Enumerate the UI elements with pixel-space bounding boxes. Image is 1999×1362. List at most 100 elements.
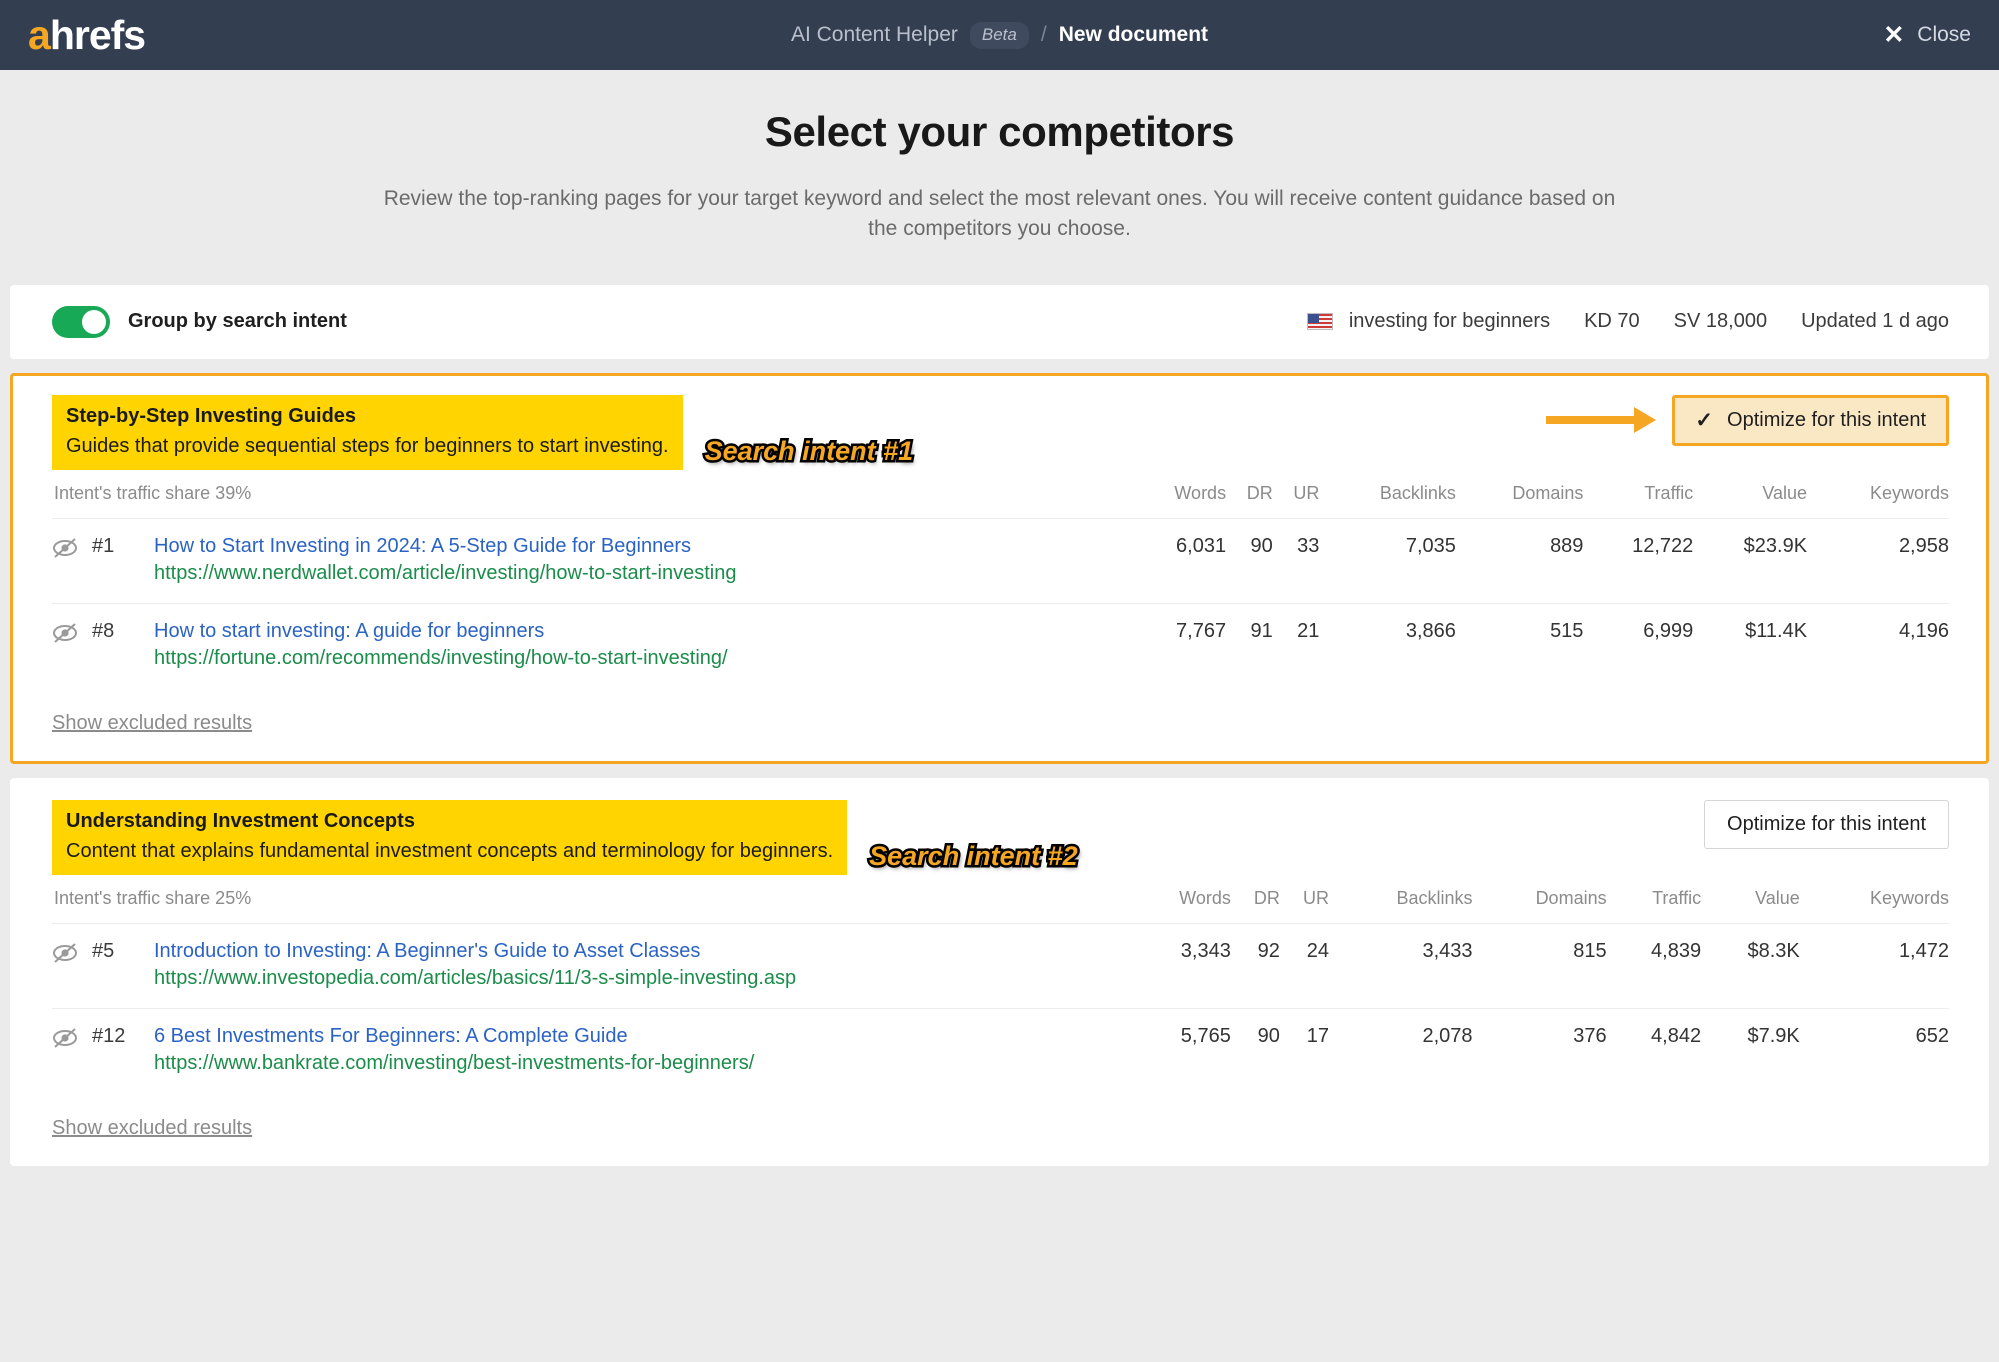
competitors-table: Intent's traffic share 25% Words DR UR Backl…: [52, 878, 1949, 1093]
domains-cell[interactable]: 376: [1473, 1008, 1606, 1093]
column-header-keywords[interactable]: Keywords: [1800, 878, 1949, 924]
optimize-for-this-intent-button[interactable]: ✓ Optimize for this intent: [1672, 394, 1949, 446]
dr-cell: 90: [1250, 534, 1273, 557]
keywords-cell[interactable]: 2,958: [1807, 518, 1949, 603]
group-by-search-intent-toggle[interactable]: Group by search intent: [52, 305, 347, 338]
result-cell: #8 How to start investing: A guide for be…: [52, 603, 1133, 688]
us-flag-icon: [1306, 313, 1333, 331]
intent-banner: Understanding Investment Concepts Content…: [52, 799, 848, 875]
intent-title: Understanding Investment Concepts: [66, 809, 415, 832]
ahrefs-logo[interactable]: ahrefs: [28, 11, 146, 58]
backlinks-cell[interactable]: 7,035: [1319, 518, 1456, 603]
intent-card-actions: ✓ Optimize for this intent: [1546, 394, 1949, 446]
keyword-text: investing for beginners: [1348, 310, 1551, 333]
column-header-value[interactable]: Value: [1701, 878, 1800, 924]
keyword-name[interactable]: investing for beginners: [1306, 310, 1551, 333]
logo-letter-a: a: [28, 11, 51, 58]
intent-traffic-share: Intent's traffic share 25%: [54, 887, 252, 908]
column-header-keywords[interactable]: Keywords: [1807, 473, 1949, 519]
value-cell: $8.3K: [1747, 939, 1800, 962]
table-header-row: Intent's traffic share 25% Words DR UR Backl…: [52, 878, 1949, 924]
intent-title: Step-by-Step Investing Guides: [66, 404, 357, 427]
column-header-domains[interactable]: Domains: [1473, 878, 1607, 924]
column-header-dr[interactable]: DR: [1226, 473, 1273, 519]
dr-cell: 91: [1250, 619, 1273, 642]
check-icon: ✓: [1695, 408, 1714, 432]
intent-card-header: Step-by-Step Investing Guides Guides that…: [52, 394, 1949, 473]
result-url-link[interactable]: https://fortune.com/recommends/investing…: [154, 647, 728, 670]
column-header-words[interactable]: Words: [1133, 878, 1231, 924]
breadcrumb-app-name[interactable]: AI Content Helper: [791, 23, 958, 47]
column-header-backlinks[interactable]: Backlinks: [1319, 473, 1456, 519]
result-title-link[interactable]: How to start investing: A guide for begi…: [154, 620, 728, 643]
column-header-value[interactable]: Value: [1693, 473, 1807, 519]
ur-cell: 33: [1297, 534, 1320, 557]
table-row: #5 Introduction to Investing: A Beginner'…: [52, 923, 1949, 1008]
eye-off-icon[interactable]: [52, 1025, 92, 1048]
column-header-domains[interactable]: Domains: [1456, 473, 1583, 519]
close-icon: ✕: [1883, 20, 1905, 49]
beta-badge: Beta: [969, 21, 1029, 49]
page-subtitle: Review the top-ranking pages for your ta…: [383, 187, 1616, 241]
domains-cell[interactable]: 889: [1456, 518, 1583, 603]
column-header-ur[interactable]: UR: [1280, 878, 1329, 924]
result-cell: #1 How to Start Investing in 2024: A 5-St…: [52, 518, 1133, 603]
table-header-row: Intent's traffic share 39% Words DR UR Backl…: [52, 473, 1949, 519]
traffic-cell: 4,842: [1651, 1024, 1702, 1047]
backlinks-cell[interactable]: 3,433: [1329, 923, 1472, 1008]
close-button-label: Close: [1917, 23, 1971, 46]
search-volume: SV 18,000: [1673, 310, 1768, 333]
close-button[interactable]: ✕ Close: [1883, 20, 1971, 49]
intent-traffic-share: Intent's traffic share 39%: [54, 482, 252, 503]
domains-cell[interactable]: 815: [1473, 923, 1606, 1008]
keywords-cell[interactable]: 4,196: [1807, 603, 1949, 688]
intent-description: Guides that provide sequential steps for…: [66, 434, 669, 457]
result-title-link[interactable]: 6 Best Investments For Beginners: A Comp…: [154, 1025, 754, 1048]
column-header-words[interactable]: Words: [1133, 473, 1226, 519]
column-header-traffic[interactable]: Traffic: [1583, 473, 1693, 519]
intent-card-header: Understanding Investment Concepts Content…: [52, 799, 1949, 878]
ur-cell: 21: [1297, 619, 1320, 642]
app-header: ahrefs AI Content Helper Beta / New docu…: [0, 0, 1999, 70]
ur-cell: 24: [1306, 939, 1329, 962]
intent-banner: Step-by-Step Investing Guides Guides that…: [52, 394, 683, 470]
result-title-link[interactable]: Introduction to Investing: A Beginner's …: [154, 940, 796, 963]
toggle-label: Group by search intent: [128, 310, 347, 333]
competitors-table: Intent's traffic share 39% Words DR UR Backl…: [52, 473, 1949, 688]
value-cell: $11.4K: [1745, 619, 1808, 642]
toggle-switch[interactable]: [52, 305, 110, 338]
table-row: #1 How to Start Investing in 2024: A 5-St…: [52, 518, 1949, 603]
keywords-cell[interactable]: 652: [1800, 1008, 1949, 1093]
search-intent-annotation: Search intent #1: [702, 433, 916, 468]
traffic-cell: 4,839: [1651, 939, 1702, 962]
breadcrumb-separator: /: [1040, 23, 1047, 46]
backlinks-cell[interactable]: 2,078: [1329, 1008, 1472, 1093]
breadcrumb-document-title[interactable]: New document: [1059, 23, 1208, 47]
column-header-dr[interactable]: DR: [1231, 878, 1280, 924]
rank-position: #1: [92, 534, 115, 557]
result-cell: #12 6 Best Investments For Beginners: A C…: [52, 1008, 1133, 1093]
column-header-ur[interactable]: UR: [1273, 473, 1319, 519]
keyword-metadata: investing for beginners KD 70 SV 18,000 …: [1306, 310, 1949, 333]
result-url-link[interactable]: https://www.bankrate.com/investing/best-…: [154, 1052, 754, 1075]
dr-cell: 92: [1257, 939, 1280, 962]
eye-off-icon[interactable]: [52, 535, 92, 558]
show-excluded-results-link[interactable]: Show excluded results: [52, 688, 252, 761]
domains-cell[interactable]: 515: [1456, 603, 1583, 688]
result-title-link[interactable]: How to Start Investing in 2024: A 5-Step…: [154, 535, 736, 558]
optimize-for-this-intent-button[interactable]: Optimize for this intent: [1704, 799, 1949, 849]
rank-position: #12: [92, 1024, 126, 1047]
words-cell: 5,765: [1180, 1024, 1231, 1047]
eye-off-icon[interactable]: [52, 620, 92, 643]
eye-off-icon[interactable]: [52, 940, 92, 963]
column-header-traffic[interactable]: Traffic: [1607, 878, 1701, 924]
words-cell: 7,767: [1176, 619, 1227, 642]
optimize-button-label: Optimize for this intent: [1727, 812, 1926, 835]
ur-cell: 17: [1306, 1024, 1329, 1047]
result-url-link[interactable]: https://www.investopedia.com/articles/ba…: [154, 967, 796, 990]
result-url-link[interactable]: https://www.nerdwallet.com/article/inves…: [154, 562, 736, 585]
backlinks-cell[interactable]: 3,866: [1319, 603, 1456, 688]
show-excluded-results-link[interactable]: Show excluded results: [52, 1093, 252, 1166]
keywords-cell[interactable]: 1,472: [1800, 923, 1949, 1008]
column-header-backlinks[interactable]: Backlinks: [1329, 878, 1472, 924]
